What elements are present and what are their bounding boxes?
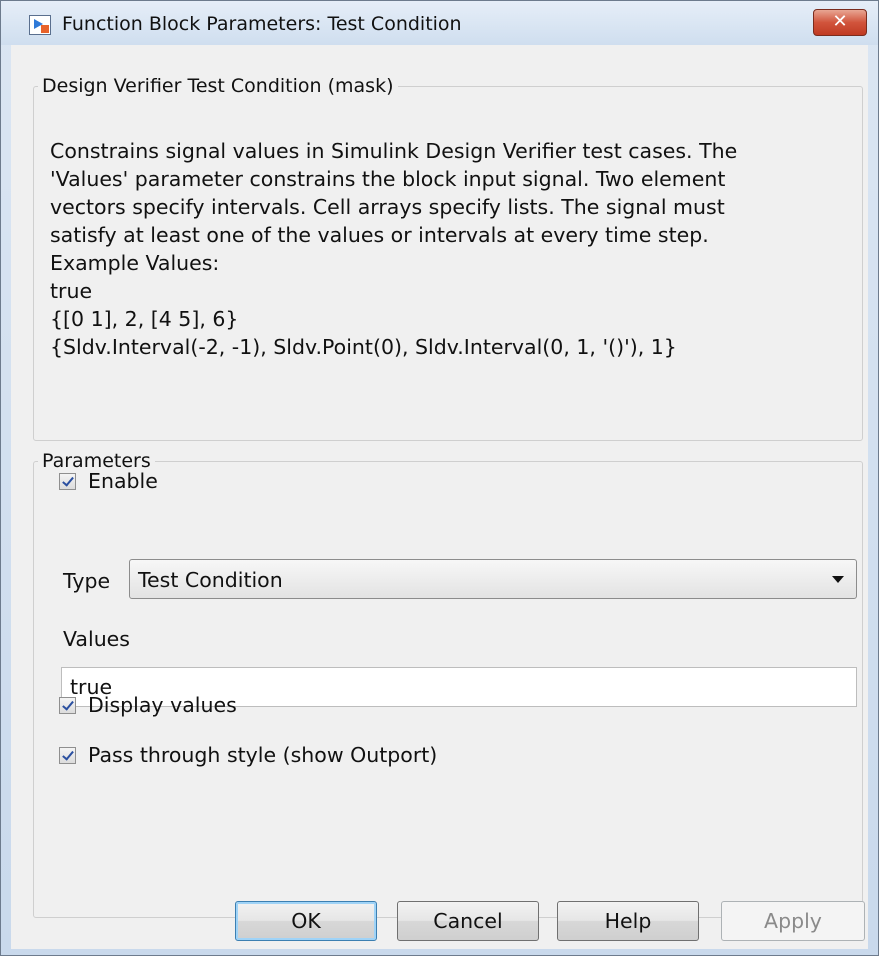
title-bar[interactable]: Function Block Parameters: Test Conditio… <box>1 1 878 45</box>
apply-button[interactable]: Apply <box>721 901 865 941</box>
checkmark-icon <box>62 697 74 711</box>
description-line: Constrains signal values in Simulink Des… <box>50 139 738 163</box>
dialog-body: Design Verifier Test Condition (mask) Co… <box>11 45 868 949</box>
description-text: Constrains signal values in Simulink Des… <box>50 137 850 361</box>
pass-through-checkbox-row[interactable]: Pass through style (show Outport) <box>59 743 437 767</box>
ok-button[interactable]: OK <box>235 901 377 941</box>
checkmark-icon <box>62 473 74 487</box>
dialog-window: Function Block Parameters: Test Conditio… <box>0 0 879 956</box>
description-line: vectors specify intervals. Cell arrays s… <box>50 195 725 219</box>
pass-through-label: Pass through style (show Outport) <box>88 743 438 767</box>
close-icon: ✕ <box>832 11 848 32</box>
simulink-block-icon <box>29 15 51 35</box>
type-selected-value: Test Condition <box>138 568 283 592</box>
display-values-label: Display values <box>88 693 237 717</box>
help-button[interactable]: Help <box>557 901 699 941</box>
close-button[interactable]: ✕ <box>813 9 867 36</box>
display-values-checkbox[interactable] <box>59 696 76 714</box>
description-legend: Design Verifier Test Condition (mask) <box>42 75 394 97</box>
values-label: Values <box>63 627 130 651</box>
description-line: Example Values: <box>50 251 220 275</box>
checkmark-icon <box>62 747 74 761</box>
cancel-button[interactable]: Cancel <box>397 901 539 941</box>
enable-label: Enable <box>88 469 158 493</box>
type-label: Type <box>63 569 111 593</box>
display-values-checkbox-row[interactable]: Display values <box>59 693 237 717</box>
type-dropdown[interactable]: Test Condition <box>129 559 857 599</box>
description-line: satisfy at least one of the values or in… <box>50 223 709 247</box>
chevron-down-icon <box>832 576 844 583</box>
description-group: Design Verifier Test Condition (mask) Co… <box>33 75 863 441</box>
window-title: Function Block Parameters: Test Conditio… <box>62 13 462 35</box>
enable-checkbox-row[interactable]: Enable <box>59 469 158 493</box>
description-line: {Sldv.Interval(-2, -1), Sldv.Point(0), S… <box>50 335 677 359</box>
description-line: true <box>50 279 93 303</box>
pass-through-checkbox[interactable] <box>59 746 76 764</box>
enable-checkbox[interactable] <box>59 472 76 490</box>
description-line: {[0 1], 2, [4 5], 6} <box>50 307 239 331</box>
description-line: 'Values' parameter constrains the block … <box>50 167 726 191</box>
